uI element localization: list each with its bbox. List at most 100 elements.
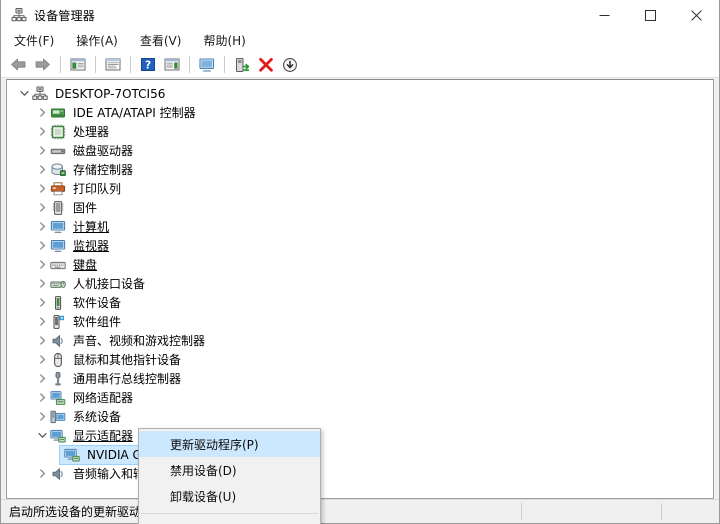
toolbar-separator bbox=[60, 56, 61, 73]
chevron-right-icon[interactable] bbox=[34, 293, 50, 312]
status-bar-divider bbox=[521, 503, 522, 520]
chevron-right-icon[interactable] bbox=[34, 464, 50, 483]
chevron-down-icon[interactable] bbox=[16, 84, 32, 103]
computer-icon bbox=[50, 219, 66, 235]
chevron-right-icon[interactable] bbox=[34, 160, 50, 179]
chevron-right-icon[interactable] bbox=[34, 141, 50, 160]
menu-help[interactable]: 帮助(H) bbox=[199, 32, 254, 51]
ctx-uninstall-device[interactable]: 卸载设备(U) bbox=[139, 483, 320, 509]
ctx-disable-device[interactable]: 禁用设备(D) bbox=[139, 457, 320, 483]
show-hide-console-tree-button[interactable] bbox=[66, 54, 89, 76]
tree-item-display-adapters[interactable]: 显示适配器 bbox=[7, 426, 713, 445]
tree-item-sound-video-game-controllers[interactable]: 声音、视频和游戏控制器 bbox=[7, 331, 713, 350]
tree-item-label: 软件设备 bbox=[73, 295, 122, 310]
back-button[interactable] bbox=[7, 54, 30, 76]
chevron-right-icon[interactable] bbox=[34, 255, 50, 274]
audio-io-icon bbox=[50, 466, 66, 482]
firmware-icon bbox=[50, 200, 66, 216]
properties-button[interactable] bbox=[101, 54, 124, 76]
close-button[interactable] bbox=[673, 0, 719, 30]
tree-item-hid-devices[interactable]: 人机接口设备 bbox=[7, 274, 713, 293]
tree-root-node[interactable]: DESKTOP-7OTCI56 bbox=[7, 84, 713, 103]
ctx-scan-hardware-changes[interactable]: 扫描检测硬件改动(A) bbox=[139, 518, 320, 524]
close-icon bbox=[690, 9, 702, 21]
tree-item-label: 打印队列 bbox=[73, 181, 122, 196]
menu-file[interactable]: 文件(F) bbox=[10, 32, 63, 51]
print-queue-icon bbox=[50, 181, 66, 197]
tree-item-label: 系统设备 bbox=[73, 409, 122, 424]
chevron-right-icon[interactable] bbox=[34, 388, 50, 407]
show-hide-action-pane-button[interactable] bbox=[160, 54, 183, 76]
scan-hardware-changes-button[interactable] bbox=[195, 54, 218, 76]
device-tree[interactable]: DESKTOP-7OTCI56 IDE ATA/ATAPI 控制器 处理器 磁盘… bbox=[6, 79, 714, 499]
uninstall-device-button[interactable] bbox=[254, 54, 277, 76]
update-driver-button[interactable] bbox=[230, 54, 253, 76]
tree-item-usb-controllers[interactable]: 通用串行总线控制器 bbox=[7, 369, 713, 388]
tree-item-computer[interactable]: 计算机 bbox=[7, 217, 713, 236]
chevron-right-icon[interactable] bbox=[34, 274, 50, 293]
tree-item-ide-controller[interactable]: IDE ATA/ATAPI 控制器 bbox=[7, 103, 713, 122]
chevron-right-icon[interactable] bbox=[34, 236, 50, 255]
device-manager-window: 设备管理器 文件(F) 操作(A) 查看(V) 帮助(H) ? DESKTOP-… bbox=[0, 0, 720, 524]
disable-device-button[interactable] bbox=[278, 54, 301, 76]
chevron-right-icon[interactable] bbox=[34, 122, 50, 141]
tree-item-software-devices[interactable]: 软件设备 bbox=[7, 293, 713, 312]
tree-item-label: 软件组件 bbox=[73, 314, 122, 329]
tree-item-print-queues[interactable]: 打印队列 bbox=[7, 179, 713, 198]
software-device-icon bbox=[50, 295, 66, 311]
display-adapter-icon bbox=[50, 428, 66, 444]
menu-action[interactable]: 操作(A) bbox=[72, 32, 127, 51]
tree-item-label: 处理器 bbox=[73, 124, 110, 139]
tree-item-keyboards[interactable]: 键盘 bbox=[7, 255, 713, 274]
forward-button[interactable] bbox=[31, 54, 54, 76]
chevron-right-icon[interactable] bbox=[34, 331, 50, 350]
maximize-button[interactable] bbox=[627, 0, 673, 30]
chevron-right-icon[interactable] bbox=[34, 103, 50, 122]
tree-item-label: 监视器 bbox=[73, 238, 110, 253]
chevron-down-icon[interactable] bbox=[34, 426, 50, 445]
status-bar: 启动所选设备的更新驱动程序向导。 bbox=[1, 499, 719, 523]
system-device-icon bbox=[50, 409, 66, 425]
tree-item-nvidia-geforce-gtx-1650[interactable]: NVIDIA GeForce GTX 1650 bbox=[7, 444, 713, 465]
chevron-right-icon[interactable] bbox=[34, 179, 50, 198]
chevron-right-icon[interactable] bbox=[34, 369, 50, 388]
display-adapter-icon bbox=[64, 447, 80, 463]
toolbar-separator bbox=[130, 56, 131, 73]
ctx-update-driver[interactable]: 更新驱动程序(P) bbox=[139, 431, 320, 457]
chevron-right-icon[interactable] bbox=[34, 217, 50, 236]
tree-item-firmware[interactable]: 固件 bbox=[7, 198, 713, 217]
tree-item-storage-controllers[interactable]: 存储控制器 bbox=[7, 160, 713, 179]
device-manager-icon bbox=[11, 7, 27, 23]
ide-controller-icon bbox=[50, 105, 66, 121]
tree-item-label: 人机接口设备 bbox=[73, 276, 146, 291]
tree-item-disk-drives[interactable]: 磁盘驱动器 bbox=[7, 141, 713, 160]
tree-item-label: IDE ATA/ATAPI 控制器 bbox=[73, 105, 196, 120]
context-menu[interactable]: 更新驱动程序(P) 禁用设备(D) 卸载设备(U) 扫描检测硬件改动(A) bbox=[138, 428, 321, 524]
tree-item-processor[interactable]: 处理器 bbox=[7, 122, 713, 141]
menu-view[interactable]: 查看(V) bbox=[136, 32, 191, 51]
tree-item-system-devices[interactable]: 系统设备 bbox=[7, 407, 713, 426]
tree-item-label: 存储控制器 bbox=[73, 162, 134, 177]
forward-icon bbox=[35, 58, 50, 71]
computer-root-icon bbox=[32, 86, 48, 102]
tree-root-label: DESKTOP-7OTCI56 bbox=[55, 86, 166, 101]
chevron-right-icon[interactable] bbox=[34, 350, 50, 369]
chevron-right-icon[interactable] bbox=[34, 312, 50, 331]
tree-item-mice-and-pointing-devices[interactable]: 鼠标和其他指针设备 bbox=[7, 350, 713, 369]
chevron-right-icon[interactable] bbox=[34, 198, 50, 217]
sound-video-game-icon bbox=[50, 333, 66, 349]
tree-item-label: 磁盘驱动器 bbox=[73, 143, 134, 158]
tree-item-software-components[interactable]: 软件组件 bbox=[7, 312, 713, 331]
help-button[interactable]: ? bbox=[136, 54, 159, 76]
tree-item-audio-inputs-and-outputs[interactable]: 音频输入和输出 bbox=[7, 464, 713, 483]
keyboard-icon bbox=[50, 257, 66, 273]
minimize-button[interactable] bbox=[581, 0, 627, 30]
processor-icon bbox=[50, 124, 66, 140]
chevron-right-icon[interactable] bbox=[34, 407, 50, 426]
update-driver-icon bbox=[235, 57, 249, 72]
tree-item-monitors[interactable]: 监视器 bbox=[7, 236, 713, 255]
menu-bar: 文件(F) 操作(A) 查看(V) 帮助(H) bbox=[1, 31, 719, 52]
uninstall-device-icon bbox=[258, 57, 273, 72]
tree-item-network-adapters[interactable]: 网络适配器 bbox=[7, 388, 713, 407]
maximize-icon bbox=[644, 9, 656, 21]
